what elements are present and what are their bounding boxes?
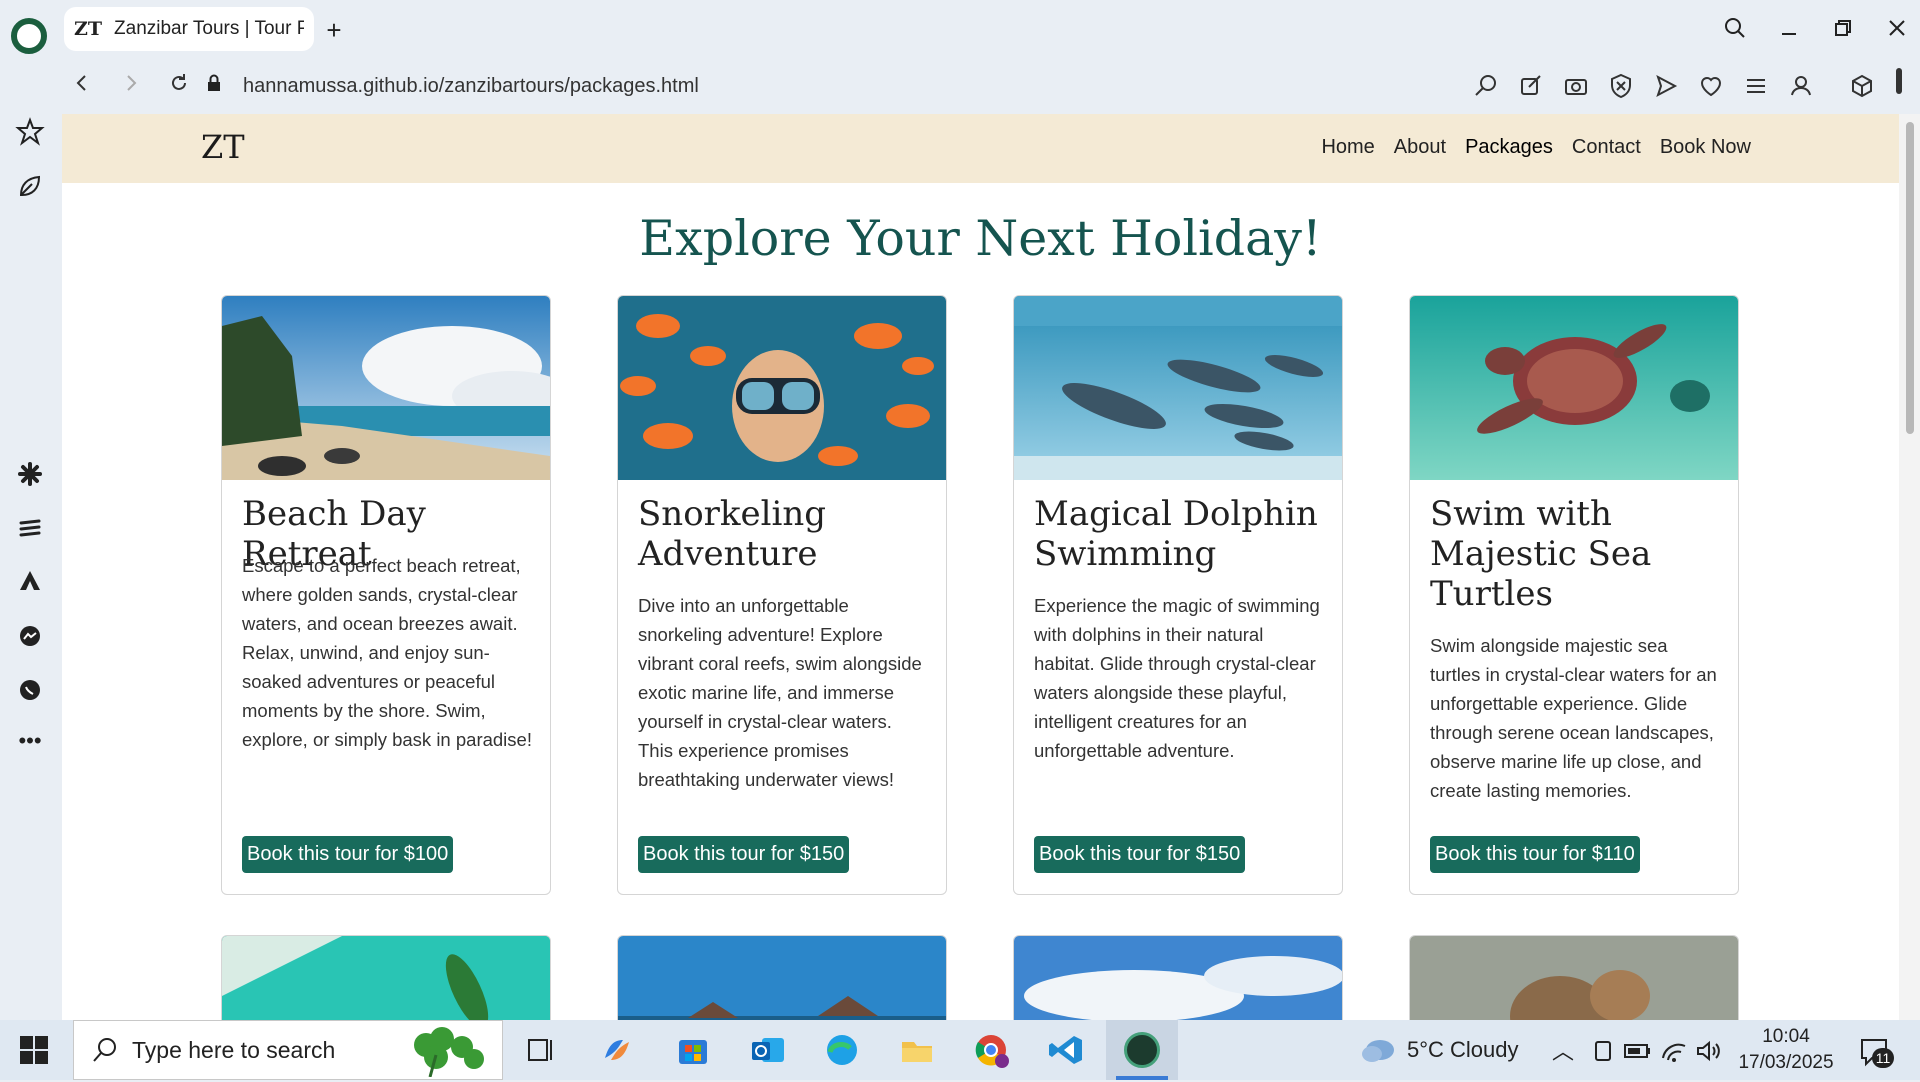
profile-icon[interactable] (1783, 68, 1819, 104)
back-icon[interactable] (64, 68, 100, 104)
vscode-icon[interactable] (1046, 1030, 1086, 1070)
lock-icon[interactable] (196, 68, 232, 104)
site-navbar: ZT Home About Packages Contact Book Now (62, 114, 1899, 183)
dolphins-photo (1014, 296, 1342, 480)
opera-taskbar-active[interactable] (1106, 1020, 1178, 1080)
clock[interactable]: 10:04 17/03/2025 (1730, 1024, 1842, 1076)
device-icon[interactable] (1590, 1038, 1616, 1064)
share-icon[interactable] (1513, 68, 1549, 104)
notifications-icon[interactable]: 11 (1856, 1034, 1896, 1070)
cloudy-weather-icon (1358, 1032, 1398, 1068)
outlook-icon[interactable] (748, 1030, 788, 1070)
book-tour-button[interactable]: Book this tour for $150 (638, 836, 850, 873)
site-nav-links: Home About Packages Contact Book Now (1321, 136, 1751, 159)
edge-browser-icon[interactable] (822, 1030, 862, 1070)
weather-text[interactable]: 5°C Cloudy (1407, 1037, 1519, 1063)
tab-favicon: ZT (74, 18, 103, 40)
nav-contact[interactable]: Contact (1572, 136, 1641, 159)
file-explorer-icon[interactable] (897, 1030, 937, 1070)
page-search-icon[interactable] (1468, 68, 1504, 104)
messenger-icon[interactable] (12, 618, 48, 654)
forward-icon[interactable] (113, 68, 149, 104)
turtle-photo (1410, 296, 1738, 480)
tab-strip: ZT Zanzibar Tours | Tour Pac + (0, 0, 1920, 60)
opera-sidebar: ••• (0, 60, 60, 1020)
nav-about[interactable]: About (1394, 136, 1446, 159)
nav-book-now[interactable]: Book Now (1660, 136, 1751, 159)
active-indicator (1116, 1076, 1168, 1080)
restore-window-icon[interactable] (1826, 16, 1860, 46)
notification-count-badge: 11 (1872, 1048, 1894, 1068)
package-card: Beach Day Retreat Escape to a perfect be… (221, 295, 551, 895)
site-logo[interactable]: ZT (201, 128, 245, 166)
package-card-image (617, 935, 947, 1020)
nav-home[interactable]: Home (1321, 136, 1374, 159)
scrollbar-thumb[interactable] (1906, 122, 1914, 434)
snapshot-camera-icon[interactable] (1558, 68, 1594, 104)
extensions-cube-icon[interactable] (1844, 68, 1880, 104)
snorkeler-photo (618, 296, 946, 480)
package-description: Dive into an unforgettable snorkeling ad… (638, 595, 922, 790)
taskbar-search-box[interactable]: Type here to search (73, 1020, 503, 1080)
package-description: Experience the magic of swimming with do… (1034, 595, 1320, 761)
copilot-icon[interactable] (597, 1030, 637, 1070)
easy-setup-icon[interactable] (1738, 68, 1774, 104)
task-view-icon[interactable] (521, 1030, 561, 1070)
nav-packages[interactable]: Packages (1465, 136, 1553, 159)
send-icon[interactable] (1648, 68, 1684, 104)
more-dots-icon[interactable]: ••• (12, 726, 48, 762)
package-title: Snorkeling Adventure (638, 494, 827, 574)
wifi-icon[interactable] (1659, 1038, 1689, 1064)
beach-photo (222, 296, 550, 480)
new-tab-plus-icon[interactable]: + (318, 14, 350, 46)
volume-icon[interactable] (1694, 1038, 1724, 1064)
page-title: Explore Your Next Holiday! (639, 210, 1322, 267)
book-tour-button[interactable]: Book this tour for $110 (1430, 836, 1640, 873)
search-icon (90, 1035, 120, 1065)
package-description: Escape to a perfect beach retreat, where… (242, 555, 532, 750)
ad-blocker-icon[interactable] (1603, 68, 1639, 104)
search-placeholder: Type here to search (132, 1037, 336, 1063)
book-tour-button[interactable]: Book this tour for $100 (242, 836, 454, 873)
aria-ai-icon[interactable] (12, 456, 48, 492)
package-card: Snorkeling Adventure Dive into an unforg… (617, 295, 947, 895)
web-page: ZT Home About Packages Contact Book Now … (62, 114, 1899, 1020)
close-window-icon[interactable] (1880, 16, 1914, 46)
browser-menu-icon[interactable] (1896, 68, 1902, 94)
url-field[interactable]: hannamussa.github.io/zanzibartours/packa… (243, 70, 699, 102)
package-title: Magical Dolphin Swimming (1034, 494, 1318, 574)
package-card-image (1013, 935, 1343, 1020)
minimize-icon[interactable] (1772, 16, 1806, 46)
package-card: Magical Dolphin Swimming Experience the … (1013, 295, 1343, 895)
opera-gx-icon (1124, 1032, 1160, 1068)
crypto-wallet-icon[interactable] (12, 563, 48, 599)
clover-decoration-icon (396, 1025, 488, 1078)
package-title: Swim with Majestic Sea Turtles (1430, 494, 1652, 614)
clock-date: 17/03/2025 (1738, 1052, 1834, 1073)
package-card: Swim with Majestic Sea Turtles Swim alon… (1409, 295, 1739, 895)
battery-icon[interactable] (1622, 1038, 1652, 1064)
opera-logo-icon[interactable] (11, 18, 47, 54)
show-hidden-icons-chevron-icon[interactable]: ︿ (1552, 1034, 1574, 1066)
windows-start-icon[interactable] (18, 1034, 50, 1066)
whatsapp-icon[interactable] (12, 672, 48, 708)
browser-tab[interactable]: ZT Zanzibar Tours | Tour Pac (64, 7, 314, 51)
heart-icon[interactable] (1693, 68, 1729, 104)
book-tour-button[interactable]: Book this tour for $150 (1034, 836, 1246, 873)
package-card-image (1409, 935, 1739, 1020)
reload-icon[interactable] (161, 68, 197, 104)
workspaces-icon[interactable] (12, 510, 48, 546)
package-description: Swim alongside majestic sea turtles in c… (1430, 635, 1717, 801)
package-card-image (221, 935, 551, 1020)
leaf-icon[interactable] (12, 168, 48, 204)
search-tabs-icon[interactable] (1718, 16, 1752, 46)
clock-time: 10:04 (1762, 1026, 1810, 1047)
microsoft-store-icon[interactable] (673, 1030, 713, 1070)
chrome-icon[interactable] (971, 1030, 1011, 1070)
speed-dial-icon[interactable] (12, 114, 48, 150)
tab-title: Zanzibar Tours | Tour Pac (114, 18, 304, 39)
